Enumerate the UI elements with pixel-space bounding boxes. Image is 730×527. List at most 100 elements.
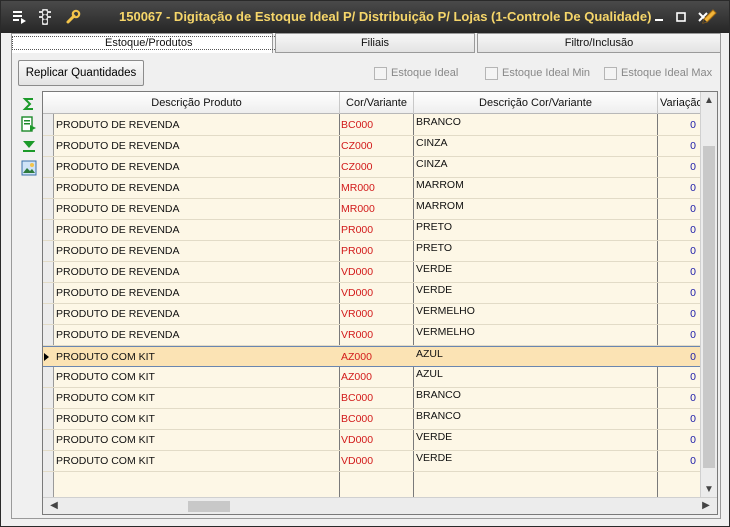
cell-descricao-produto[interactable]: PRODUTO COM KIT bbox=[56, 451, 336, 472]
horizontal-scroll-thumb[interactable] bbox=[188, 501, 230, 512]
cell-descricao-cor-variante[interactable]: CINZA bbox=[416, 157, 656, 178]
cell-cor-variante[interactable]: VD000 bbox=[341, 430, 411, 451]
cell-variacao[interactable]: 0 bbox=[658, 241, 696, 262]
cell-cor-variante[interactable]: VD000 bbox=[341, 262, 411, 283]
estoque-ideal-max-checkbox[interactable]: Estoque Ideal Max bbox=[604, 65, 712, 81]
products-grid[interactable]: Descrição Produto Cor/Variante Descrição… bbox=[42, 91, 718, 515]
pencil-icon[interactable] bbox=[699, 7, 719, 27]
cell-descricao-produto[interactable]: PRODUTO COM KIT bbox=[56, 388, 336, 409]
table-row[interactable]: PRODUTO DE REVENDA CZ000 CINZA 0 bbox=[43, 157, 717, 178]
cell-cor-variante[interactable]: VR000 bbox=[341, 325, 411, 346]
column-header-descricao-produto[interactable]: Descrição Produto bbox=[54, 92, 340, 114]
minimize-button[interactable] bbox=[649, 7, 669, 27]
cell-descricao-cor-variante[interactable]: MARROM bbox=[416, 199, 656, 220]
scroll-right-icon[interactable]: ▶ bbox=[699, 499, 713, 513]
estoque-ideal-checkbox[interactable]: Estoque Ideal bbox=[374, 65, 458, 81]
tab-filiais[interactable]: Filiais bbox=[275, 33, 475, 53]
table-row[interactable]: PRODUTO DE REVENDA PR000 PRETO 0 bbox=[43, 220, 717, 241]
cell-descricao-produto[interactable]: PRODUTO DE REVENDA bbox=[56, 241, 336, 262]
cell-cor-variante[interactable]: VD000 bbox=[341, 451, 411, 472]
column-header-variacao[interactable]: Variação bbox=[658, 92, 702, 114]
cell-cor-variante[interactable]: VD000 bbox=[341, 283, 411, 304]
cell-variacao[interactable]: 0 bbox=[658, 262, 696, 283]
cell-variacao[interactable]: 0 bbox=[658, 451, 696, 472]
table-row[interactable]: PRODUTO DE REVENDA MR000 MARROM 0 bbox=[43, 178, 717, 199]
cell-cor-variante[interactable]: VR000 bbox=[341, 304, 411, 325]
wrench-icon[interactable] bbox=[63, 7, 83, 27]
cell-descricao-produto[interactable]: PRODUTO DE REVENDA bbox=[56, 136, 336, 157]
cell-cor-variante[interactable]: AZ000 bbox=[341, 347, 411, 368]
cell-cor-variante[interactable]: AZ000 bbox=[341, 367, 411, 388]
table-row[interactable]: PRODUTO DE REVENDA PR000 PRETO 0 bbox=[43, 241, 717, 262]
table-row[interactable]: PRODUTO COM KIT VD000 VERDE 0 bbox=[43, 451, 717, 472]
cell-descricao-cor-variante[interactable]: VERMELHO bbox=[416, 304, 656, 325]
replicar-quantidades-button[interactable]: Replicar Quantidades bbox=[18, 60, 144, 86]
cell-variacao[interactable]: 0 bbox=[658, 367, 696, 388]
cell-descricao-cor-variante[interactable]: VERDE bbox=[416, 262, 656, 283]
estoque-ideal-min-checkbox[interactable]: Estoque Ideal Min bbox=[485, 65, 590, 81]
cell-variacao[interactable]: 0 bbox=[658, 409, 696, 430]
cell-descricao-cor-variante[interactable]: BRANCO bbox=[416, 409, 656, 430]
cell-variacao[interactable]: 0 bbox=[658, 157, 696, 178]
export-list-icon[interactable] bbox=[20, 115, 38, 133]
cell-cor-variante[interactable]: BC000 bbox=[341, 409, 411, 430]
cell-cor-variante[interactable]: CZ000 bbox=[341, 157, 411, 178]
cell-descricao-produto[interactable]: PRODUTO DE REVENDA bbox=[56, 325, 336, 346]
table-row[interactable]: PRODUTO COM KIT BC000 BRANCO 0 bbox=[43, 388, 717, 409]
menu-list-icon[interactable] bbox=[9, 7, 29, 27]
maximize-button[interactable] bbox=[671, 7, 691, 27]
cell-descricao-cor-variante[interactable]: AZUL bbox=[416, 347, 656, 368]
cell-descricao-produto[interactable]: PRODUTO DE REVENDA bbox=[56, 199, 336, 220]
cell-variacao[interactable]: 0 bbox=[658, 115, 696, 136]
sigma-sum-icon[interactable] bbox=[20, 95, 38, 113]
cell-descricao-cor-variante[interactable]: BRANCO bbox=[416, 115, 656, 136]
scroll-left-icon[interactable]: ◀ bbox=[47, 499, 61, 513]
vertical-scroll-thumb[interactable] bbox=[703, 146, 715, 468]
cell-descricao-cor-variante[interactable]: PRETO bbox=[416, 220, 656, 241]
cell-descricao-cor-variante[interactable]: CINZA bbox=[416, 136, 656, 157]
cell-descricao-produto[interactable]: PRODUTO DE REVENDA bbox=[56, 157, 336, 178]
cell-cor-variante[interactable]: MR000 bbox=[341, 178, 411, 199]
cell-descricao-produto[interactable]: PRODUTO COM KIT bbox=[56, 409, 336, 430]
cell-descricao-cor-variante[interactable]: VERDE bbox=[416, 283, 656, 304]
cell-variacao[interactable]: 0 bbox=[658, 347, 696, 368]
scroll-down-icon[interactable]: ▼ bbox=[702, 483, 716, 497]
cell-variacao[interactable]: 0 bbox=[658, 178, 696, 199]
vertical-scrollbar[interactable]: ▲ ▼ bbox=[700, 92, 717, 499]
cell-cor-variante[interactable]: BC000 bbox=[341, 115, 411, 136]
filter-down-icon[interactable] bbox=[20, 137, 38, 155]
scroll-up-icon[interactable]: ▲ bbox=[702, 94, 716, 108]
cell-cor-variante[interactable]: PR000 bbox=[341, 220, 411, 241]
table-row[interactable]: PRODUTO DE REVENDA CZ000 CINZA 0 bbox=[43, 136, 717, 157]
table-row[interactable]: PRODUTO DE REVENDA MR000 MARROM 0 bbox=[43, 199, 717, 220]
checkbox-box[interactable] bbox=[485, 66, 498, 80]
table-row[interactable]: PRODUTO DE REVENDA VD000 VERDE 0 bbox=[43, 283, 717, 304]
column-header-cor-variante[interactable]: Cor/Variante bbox=[340, 92, 414, 114]
cell-descricao-produto[interactable]: PRODUTO DE REVENDA bbox=[56, 220, 336, 241]
tab-filtro-inclusao[interactable]: Filtro/Inclusão bbox=[477, 33, 721, 53]
cell-variacao[interactable]: 0 bbox=[658, 220, 696, 241]
cell-variacao[interactable]: 0 bbox=[658, 325, 696, 346]
cell-variacao[interactable]: 0 bbox=[658, 283, 696, 304]
table-row[interactable]: PRODUTO COM KIT AZ000 AZUL 0 bbox=[43, 346, 717, 367]
cell-descricao-produto[interactable]: PRODUTO COM KIT bbox=[56, 430, 336, 451]
table-row[interactable]: PRODUTO DE REVENDA VR000 VERMELHO 0 bbox=[43, 304, 717, 325]
table-row[interactable]: PRODUTO DE REVENDA VR000 VERMELHO 0 bbox=[43, 325, 717, 346]
cell-cor-variante[interactable]: PR000 bbox=[341, 241, 411, 262]
image-icon[interactable] bbox=[20, 159, 38, 177]
horizontal-scrollbar[interactable]: ◀ ▶ bbox=[43, 497, 717, 514]
cell-variacao[interactable]: 0 bbox=[658, 136, 696, 157]
cell-descricao-cor-variante[interactable]: BRANCO bbox=[416, 388, 656, 409]
checkbox-box[interactable] bbox=[604, 66, 617, 80]
cell-descricao-produto[interactable]: PRODUTO DE REVENDA bbox=[56, 304, 336, 325]
cell-variacao[interactable]: 0 bbox=[658, 199, 696, 220]
cell-descricao-produto[interactable]: PRODUTO DE REVENDA bbox=[56, 115, 336, 136]
table-row[interactable]: PRODUTO COM KIT BC000 BRANCO 0 bbox=[43, 409, 717, 430]
cell-descricao-cor-variante[interactable]: AZUL bbox=[416, 367, 656, 388]
cell-cor-variante[interactable]: BC000 bbox=[341, 388, 411, 409]
cell-descricao-cor-variante[interactable]: MARROM bbox=[416, 178, 656, 199]
cell-descricao-cor-variante[interactable]: PRETO bbox=[416, 241, 656, 262]
cell-variacao[interactable]: 0 bbox=[658, 430, 696, 451]
cell-cor-variante[interactable]: MR000 bbox=[341, 199, 411, 220]
cell-descricao-produto[interactable]: PRODUTO DE REVENDA bbox=[56, 262, 336, 283]
